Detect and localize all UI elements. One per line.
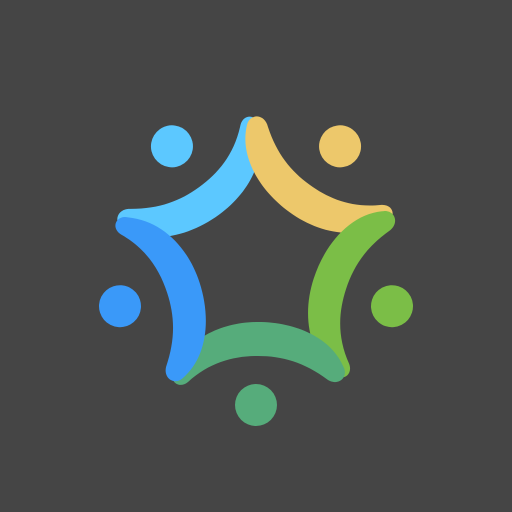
app-icon-canvas (0, 0, 512, 512)
community-people-circle-icon (0, 0, 512, 512)
icon-background (0, 0, 512, 512)
figure-teal-head (235, 384, 277, 426)
